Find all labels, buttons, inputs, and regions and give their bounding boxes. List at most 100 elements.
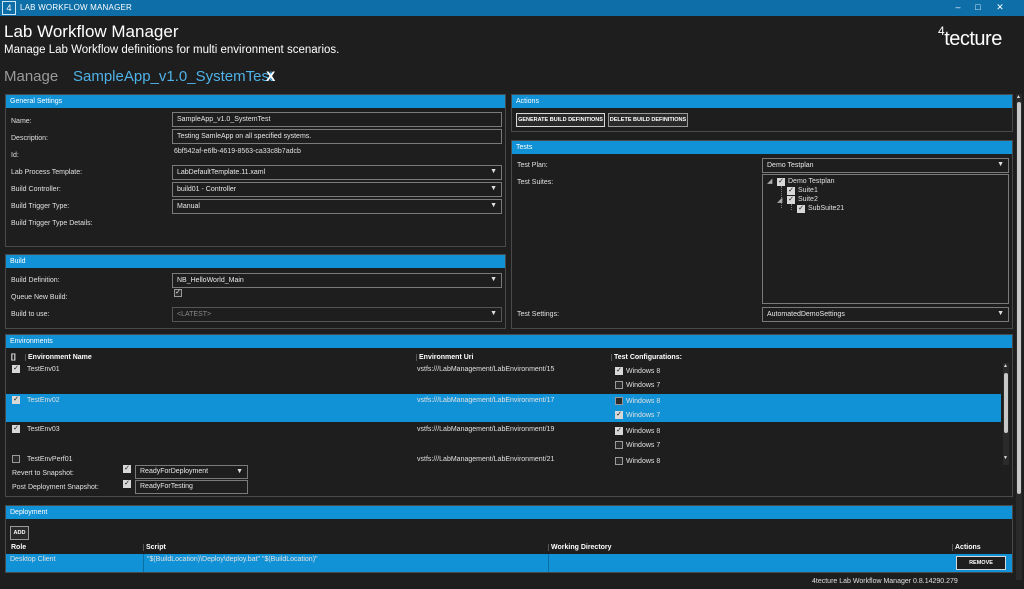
table-row-selected[interactable]: ✓ TestEnv02 vstfs:///LabManagement/LabEn… (6, 394, 1001, 422)
test-settings-select[interactable]: AutomatedDemoSettings ▼ (762, 307, 1009, 322)
description-label: Description: (11, 135, 48, 142)
lab-process-template-select[interactable]: LabDefaultTemplate.11.xaml ▼ (172, 165, 502, 180)
config-checkbox[interactable] (615, 397, 623, 405)
name-field[interactable]: SampleApp_v1.0_SystemTest (172, 112, 502, 127)
table-row[interactable]: ✓ TestEnv01 vstfs:///LabManagement/LabEn… (6, 363, 1001, 393)
build-to-use-value: <LATEST> (177, 311, 212, 318)
config-checkbox[interactable]: ✓ (615, 427, 623, 435)
brand-logo-text: tecture (944, 28, 1002, 50)
tree-expand-icon[interactable]: ◢ (767, 177, 772, 185)
env-row-checkbox[interactable]: ✓ (12, 425, 20, 433)
config-checkbox[interactable] (615, 457, 623, 465)
test-plan-select[interactable]: Demo Testplan ▼ (762, 158, 1009, 173)
queue-new-build-checkbox[interactable]: ✓ (174, 289, 182, 297)
scroll-up-icon[interactable]: ▲ (1003, 363, 1008, 369)
test-plan-label: Test Plan: (517, 162, 548, 169)
revert-snapshot-value: ReadyForDeployment (140, 468, 209, 475)
config-label: Windows 7 (626, 382, 661, 389)
chevron-down-icon: ▼ (490, 202, 497, 209)
post-deployment-snapshot-field[interactable]: ReadyForTesting (135, 480, 248, 494)
remove-role-button[interactable]: REMOVE (956, 556, 1006, 570)
test-suites-label: Test Suites: (517, 179, 554, 186)
build-controller-select[interactable]: build01 - Controller ▼ (172, 182, 502, 197)
id-label: Id: (11, 152, 19, 159)
build-trigger-type-value: Manual (177, 203, 200, 210)
column-header-test-configs: Test Configurations: (611, 354, 682, 361)
description-field[interactable]: Testing SamleApp on all specified system… (172, 129, 502, 144)
table-row[interactable]: TestEnvPerf01 vstfs:///LabManagement/Lab… (6, 453, 1001, 497)
id-value: 6bf542af-e6fb-4619-8563-ca33c8b7adcb (174, 148, 301, 155)
suite2-checkbox[interactable]: ✓ (787, 196, 795, 204)
maximize-button[interactable]: □ (970, 2, 986, 12)
config-checkbox[interactable]: ✓ (615, 411, 623, 419)
environments-scrollbar[interactable]: ▲ ▼ (1003, 363, 1009, 465)
config-checkbox[interactable]: ✓ (615, 367, 623, 375)
delete-build-definitions-button[interactable]: DELETE BUILD DEFINITIONS (608, 113, 688, 127)
env-row-checkbox[interactable]: ✓ (12, 365, 20, 373)
actions-panel: Actions GENERATE BUILD DEFINITIONS DELET… (511, 94, 1013, 132)
revert-snapshot-select[interactable]: ReadyForDeployment ▼ (135, 465, 248, 479)
env-name: TestEnv01 (27, 366, 60, 373)
config-label: Windows 8 (626, 458, 661, 465)
build-panel: Build Build Definition: NB_HelloWorld_Ma… (5, 254, 506, 329)
build-controller-label: Build Controller: (11, 186, 61, 193)
actions-heading: Actions (512, 95, 1012, 108)
env-name: TestEnv02 (27, 397, 60, 404)
revert-snapshot-checkbox[interactable]: ✓ (123, 465, 131, 473)
page-subtitle: Manage Lab Workflow definitions for mult… (4, 44, 340, 56)
tab-active-workflow[interactable]: SampleApp_v1.0_SystemTest (73, 68, 273, 85)
deployment-row[interactable]: Desktop Client "$(BuildLocation)\Deploy\… (6, 554, 1012, 572)
window-title: LAB WORKFLOW MANAGER (20, 3, 133, 12)
generate-build-definitions-button[interactable]: GENERATE BUILD DEFINITIONS (516, 113, 605, 127)
build-trigger-type-label: Build Trigger Type: (11, 203, 70, 210)
suite2-label: Suite2 (798, 196, 818, 203)
scrollbar-thumb[interactable] (1004, 373, 1008, 433)
deployment-workdir-cell[interactable] (548, 554, 952, 572)
chevron-down-icon: ▼ (997, 161, 1004, 168)
test-plan-value: Demo Testplan (767, 162, 814, 169)
suite1-checkbox[interactable]: ✓ (787, 187, 795, 195)
main-scrollbar[interactable]: ▲ (1016, 94, 1022, 580)
post-deployment-snapshot-checkbox[interactable]: ✓ (123, 480, 131, 488)
tab-close-button[interactable]: X (266, 68, 275, 84)
test-suites-tree[interactable]: ◢ ✓ Demo Testplan ✓ Suite1 ◢ ✓ Suite2 ✓ … (762, 174, 1009, 304)
env-row-checkbox[interactable] (12, 455, 20, 463)
general-settings-heading: General Settings (6, 95, 505, 108)
tests-panel: Tests Test Plan: Demo Testplan ▼ Test Sui… (511, 140, 1013, 329)
deployment-script-cell[interactable]: "$(BuildLocation)\Deploy\deploy.bat" "$(… (143, 554, 548, 572)
tests-heading: Tests (512, 141, 1012, 154)
scroll-up-icon[interactable]: ▲ (1016, 94, 1021, 100)
test-settings-value: AutomatedDemoSettings (767, 311, 845, 318)
config-label: Windows 8 (626, 428, 661, 435)
close-window-button[interactable]: ✕ (992, 2, 1008, 13)
env-name: TestEnv03 (27, 426, 60, 433)
subsuite21-label: SubSuite21 (808, 205, 845, 212)
brand-logo: 4tecture (938, 24, 1002, 51)
lab-process-template-label: Lab Process Template: (11, 169, 83, 176)
env-uri: vstfs:///LabManagement/LabEnvironment/15 (417, 366, 555, 373)
tree-expand-icon[interactable]: ◢ (777, 196, 782, 204)
environments-panel: Environments [] Environment Name Environ… (5, 334, 1013, 497)
scroll-down-icon[interactable]: ▼ (1003, 455, 1008, 461)
build-definition-select[interactable]: NB_HelloWorld_Main ▼ (172, 273, 502, 288)
column-header-check: [] (11, 354, 16, 361)
config-label: Windows 8 (626, 398, 661, 405)
config-checkbox[interactable] (615, 381, 623, 389)
tab-manage[interactable]: Manage (4, 68, 58, 85)
main-scrollbar-thumb[interactable] (1017, 102, 1021, 494)
config-checkbox[interactable] (615, 441, 623, 449)
table-row[interactable]: ✓ TestEnv03 vstfs:///LabManagement/LabEn… (6, 423, 1001, 453)
chevron-down-icon: ▼ (997, 310, 1004, 317)
tree-root-checkbox[interactable]: ✓ (777, 178, 785, 186)
queue-new-build-label: Queue New Build: (11, 294, 68, 301)
minimize-button[interactable]: – (950, 2, 966, 12)
build-trigger-type-select[interactable]: Manual ▼ (172, 199, 502, 214)
column-header-script: Script (143, 544, 166, 551)
subsuite21-checkbox[interactable]: ✓ (797, 205, 805, 213)
build-to-use-select[interactable]: <LATEST> ▼ (172, 307, 502, 322)
env-row-checkbox[interactable]: ✓ (12, 396, 20, 404)
tree-root-label: Demo Testplan (788, 178, 835, 185)
build-to-use-label: Build to use: (11, 311, 50, 318)
config-label: Windows 8 (626, 368, 661, 375)
add-role-button[interactable]: ADD (10, 526, 29, 540)
